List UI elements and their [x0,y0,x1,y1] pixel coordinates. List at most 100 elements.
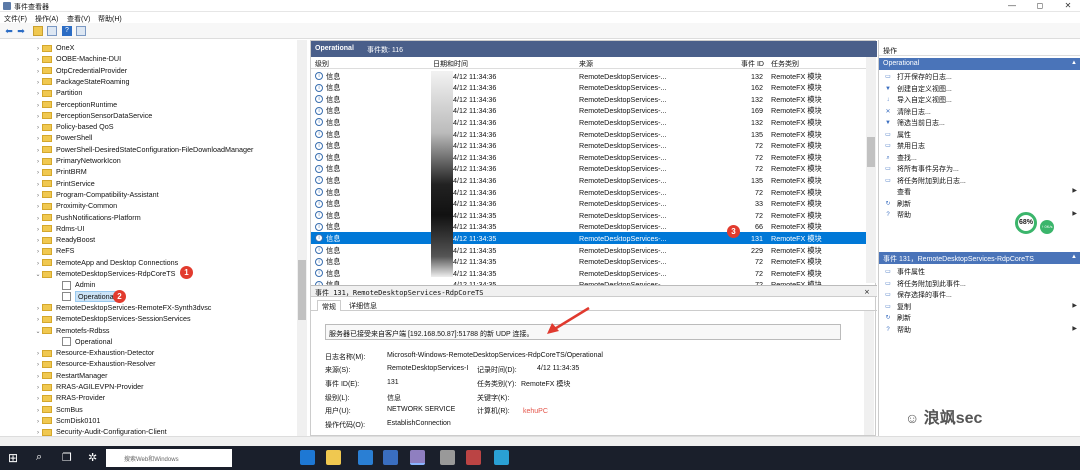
event-row[interactable]: i 信息 4/12 11:34:36 RemoteDesktopServices-..… [311,82,866,94]
tree-folder-item[interactable]: › RRAS-Provider [34,392,105,403]
tab-general[interactable]: 常规 [317,300,341,311]
action-item[interactable]: ▭ 将任务附加到此日志... [879,174,1080,186]
action-item[interactable]: ✕ 清除日志... [879,105,1080,117]
col-task[interactable]: 任务类别 [771,59,799,69]
event-row[interactable]: i信息 4/12 11:34:35 RemoteDesktopServices-..… [311,232,866,244]
col-level[interactable]: 级别 [315,59,329,69]
tree-scroll-thumb[interactable] [298,260,306,320]
tree-folder-item[interactable]: › OtpCredentialProvider [34,65,127,76]
event-row[interactable]: i 信息 4/12 11:34:36 RemoteDesktopServices-..… [311,116,866,128]
taskbar-search-box[interactable]: 搜索Web和Windows [106,449,232,467]
tree-log-item[interactable]: Operational [54,336,112,347]
tree-folder-item[interactable]: › ReadyBoost [34,234,95,245]
tree-folder-item[interactable]: › RemoteDesktopServices-RemoteFX-Synth3dv… [34,302,211,313]
event-row[interactable]: i 信息 4/12 11:34:36 RemoteDesktopServices-..… [311,105,866,117]
tree-folder-item[interactable]: › ScmDisk0101 [34,415,100,426]
tree-folder-item[interactable]: ⌄ Remotefs-Rdbss [34,325,109,338]
action-item[interactable]: ▭ 事件属性 [879,265,1080,277]
list-scrollbar[interactable] [866,57,876,283]
action-item[interactable]: ▼ 筛选当前日志... [879,116,1080,128]
tree-folder-item[interactable]: › PrintService [34,178,95,189]
event-row[interactable]: i 信息 4/12 11:34:36 RemoteDesktopServices-..… [311,174,866,186]
minimize-button[interactable]: — [1002,1,1022,11]
app-p-icon[interactable] [358,450,373,465]
tree-folder-item[interactable]: › PrintBRM [34,166,87,177]
action-item[interactable]: 查看 ▶ [879,185,1080,197]
tree-folder-item[interactable]: › PackageStateRoaming [34,76,130,87]
close-button[interactable]: ✕ [1058,1,1078,11]
col-event-id[interactable]: 事件 ID [741,59,764,69]
event-row[interactable]: i 信息 4/12 11:34:36 RemoteDesktopServices-..… [311,93,866,105]
folder-icon[interactable] [33,26,43,36]
collapse-icon[interactable]: ▲ [1071,60,1077,66]
ie-icon[interactable] [300,450,315,465]
tree-folder-item[interactable]: › PowerShell [34,132,92,143]
tree-log-item[interactable]: Admin [54,279,95,290]
action-item[interactable]: ↻ 刷新 [879,197,1080,209]
app-disk-icon[interactable] [440,450,455,465]
list-scroll-thumb[interactable] [867,137,875,167]
expander-icon[interactable]: ⌄ [34,270,42,281]
event-viewer-task-icon[interactable] [410,450,425,465]
tab-details[interactable]: 详细信息 [345,300,381,311]
horizontal-scrollbar[interactable] [0,436,1080,446]
tree-folder-item[interactable]: › Security-Audit-Configuration-Client [34,426,167,436]
tree-folder-item[interactable]: › OneX [34,42,74,53]
action-item[interactable]: ↻ 刷新 [879,311,1080,323]
tree-folder-item[interactable]: › Program-Compatibility-Assistant [34,189,159,200]
collapse-icon-2[interactable]: ▲ [1071,254,1077,260]
tree-folder-item[interactable]: › PerceptionSensorDataService [34,110,152,121]
actions-section-event[interactable]: 事件 131，RemoteDesktopServices-RdpCoreTS ▲ [879,252,1080,264]
action-item[interactable]: ? 帮助 ▶ [879,208,1080,220]
expander-icon[interactable]: ⌄ [34,327,42,338]
tree-scrollbar[interactable] [297,40,307,436]
tree-folder-item[interactable]: › PrimaryNetworkIcon [34,155,121,166]
event-row[interactable]: i 信息 4/12 11:34:36 RemoteDesktopServices-..… [311,128,866,140]
event-row[interactable]: i 信息 4/12 11:34:36 RemoteDesktopServices-..… [311,70,866,82]
app-toolbox-icon[interactable] [466,450,481,465]
tree-folder-item[interactable]: › RestartManager [34,370,108,381]
explorer-icon[interactable] [326,450,341,465]
tree-folder-item[interactable]: › ScmBus [34,404,83,415]
event-row[interactable]: i 信息 4/12 11:34:36 RemoteDesktopServices-..… [311,140,866,152]
event-row[interactable]: i 信息 4/12 11:34:36 RemoteDesktopServices-..… [311,198,866,210]
forward-arrow-icon[interactable]: ➡ [16,26,26,36]
tree-folder-item[interactable]: › RemoteDesktopServices-SessionServices [34,313,191,324]
tree-folder-item[interactable]: › Rdms-UI [34,223,84,234]
event-row[interactable]: i 信息 4/12 11:34:36 RemoteDesktopServices-..… [311,186,866,198]
col-datetime[interactable]: 日期和时间 [433,59,468,69]
actions-section-log[interactable]: Operational ▲ [879,58,1080,70]
tree-folder-item[interactable]: › Partition [34,87,82,98]
help-icon[interactable]: ? [62,26,72,36]
app-window-icon[interactable] [383,450,398,465]
detail-close-icon[interactable]: × [864,288,870,296]
task-view-icon[interactable]: ❐ [62,451,72,464]
event-row[interactable]: i信息 4/12 11:34:35 RemoteDesktopServices-..… [311,267,866,279]
action-item[interactable]: ▼ 创建自定义视图... [879,82,1080,94]
event-row[interactable]: i信息 4/12 11:34:35 RemoteDesktopServices-..… [311,256,866,268]
tree-folder-item[interactable]: › Proximity-Common [34,200,117,211]
tree-folder-item[interactable]: ⌄ RemoteDesktopServices-RdpCoreTS [34,268,175,279]
action-item[interactable]: ? 帮助 ▶ [879,323,1080,335]
action-item[interactable]: ⌕ 查找... [879,151,1080,163]
tree-folder-item[interactable]: › Resource-Exhaustion-Resolver [34,358,155,369]
tree-folder-item[interactable]: › RRAS-AGILEVPN-Provider [34,381,143,392]
windows-start-icon[interactable]: ⊞ [8,451,22,465]
grid-icon[interactable] [47,26,57,36]
tree-folder-item[interactable]: › Policy-based QoS [34,121,114,132]
tree-folder-item[interactable]: › Resource-Exhaustion-Detector [34,347,154,358]
app-network-icon[interactable] [494,450,509,465]
action-item[interactable]: ▭ 复制 ▶ [879,300,1080,312]
action-item[interactable]: ▭ 将任务附加到此事件... [879,277,1080,289]
action-item[interactable]: ↓ 导入自定义视图... [879,93,1080,105]
settings-icon[interactable]: ✲ [88,451,97,464]
action-item[interactable]: ▭ 打开保存的日志... [879,70,1080,82]
event-row[interactable]: i信息 4/12 11:34:35 RemoteDesktopServices-..… [311,209,866,221]
tree-folder-item[interactable]: › PushNotifications-Platform [34,212,141,223]
panel-icon[interactable] [76,26,86,36]
action-item[interactable]: ▭ 将所有事件另存为... [879,162,1080,174]
event-row[interactable]: i信息 4/12 11:34:35 RemoteDesktopServices-..… [311,221,866,233]
expander-icon[interactable]: › [34,428,42,436]
tree-folder-item[interactable]: › PowerShell-DesiredStateConfiguration-Fi… [34,144,253,155]
detail-scrollbar[interactable] [864,311,874,435]
